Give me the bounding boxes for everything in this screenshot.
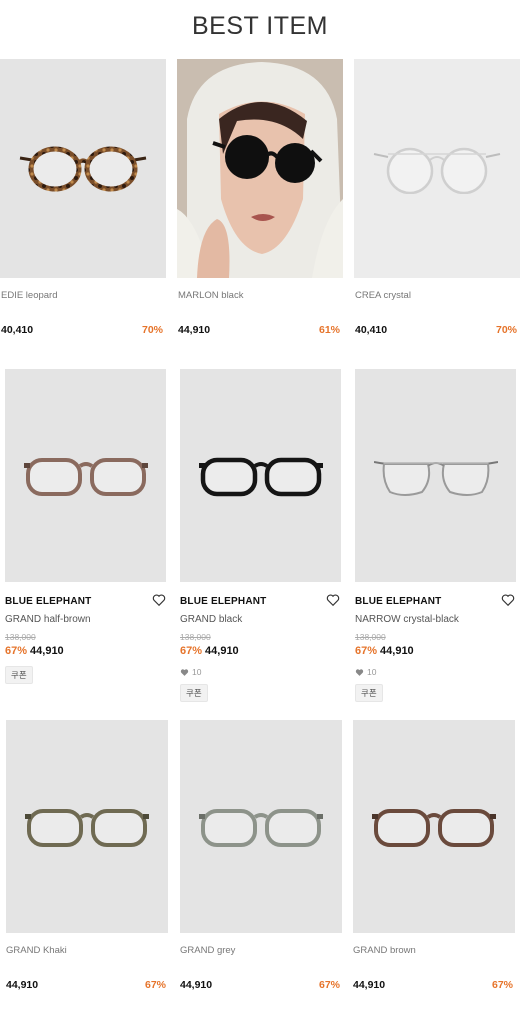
product-name[interactable]: GRAND half-brown	[5, 614, 91, 625]
product-image[interactable]	[5, 369, 166, 582]
brand-name[interactable]: BLUE ELEPHANT	[180, 596, 267, 607]
discount-rate: 67%	[180, 645, 203, 657]
product-name[interactable]: CREA crystal	[355, 290, 411, 301]
sale-price: 67% 44,910	[355, 645, 414, 657]
product-card-grand-brown[interactable]: GRAND brown 44,910 67%	[353, 720, 515, 1010]
product-card-grand-khaki[interactable]: GRAND Khaki 44,910 67%	[6, 720, 168, 1010]
model-photo	[177, 59, 343, 278]
product-price: 44,910	[180, 979, 213, 991]
brand-name[interactable]: BLUE ELEPHANT	[5, 596, 92, 607]
product-image[interactable]	[354, 59, 520, 278]
coupon-badge[interactable]: 쿠폰	[180, 684, 208, 702]
eyeglasses-icon	[373, 147, 501, 194]
product-name[interactable]: MARLON black	[178, 290, 243, 301]
product-image[interactable]	[0, 59, 166, 278]
brand-name[interactable]: BLUE ELEPHANT	[355, 596, 442, 607]
product-card-grand-half-brown[interactable]: BLUE ELEPHANT GRAND half-brown 138,000 6…	[5, 369, 167, 699]
product-card-crea[interactable]: CREA crystal 40,410 70%	[354, 59, 520, 349]
product-name[interactable]: GRAND brown	[353, 945, 416, 956]
discount-rate: 67%	[491, 979, 513, 991]
sale-price: 67% 44,910	[180, 645, 239, 657]
discount-rate: 67%	[5, 645, 28, 657]
heart-icon[interactable]	[501, 593, 515, 607]
discount-rate: 67%	[144, 979, 166, 991]
heart-filled-icon	[355, 668, 364, 676]
product-price: 44,910	[178, 324, 211, 336]
product-price: 40,410	[1, 324, 34, 336]
discount-rate: 70%	[141, 324, 163, 336]
discount-rate: 70%	[495, 324, 517, 336]
eyeglasses-icon	[19, 146, 147, 191]
eyeglasses-icon	[198, 457, 323, 496]
page-title: BEST ITEM	[191, 12, 328, 40]
heart-filled-icon	[180, 668, 189, 676]
product-card-grand-black[interactable]: BLUE ELEPHANT GRAND black 138,000 67% 44,…	[180, 369, 342, 702]
heart-icon[interactable]	[152, 593, 166, 607]
discount-rate: 67%	[355, 645, 378, 657]
like-count-value: 10	[367, 667, 377, 677]
product-price: 40,410	[355, 324, 388, 336]
eyeglasses-icon	[25, 808, 149, 847]
heart-icon[interactable]	[326, 593, 340, 607]
like-count-value: 10	[192, 667, 202, 677]
eyeglasses-icon	[372, 808, 496, 847]
product-name[interactable]: EDIE leopard	[1, 290, 58, 301]
like-count: 10	[355, 667, 376, 677]
product-name[interactable]: GRAND black	[180, 614, 242, 625]
sale-price: 67% 44,910	[5, 645, 64, 657]
product-image-model[interactable]	[177, 59, 343, 278]
price: 44,910	[30, 645, 64, 657]
original-price: 138,000	[180, 632, 211, 642]
price: 44,910	[205, 645, 239, 657]
product-image[interactable]	[6, 720, 168, 933]
product-name[interactable]: GRAND Khaki	[6, 945, 67, 956]
product-image[interactable]	[355, 369, 516, 582]
discount-rate: 67%	[318, 979, 340, 991]
product-image[interactable]	[180, 369, 341, 582]
product-image[interactable]	[180, 720, 342, 933]
price: 44,910	[380, 645, 414, 657]
eyeglasses-icon	[199, 808, 323, 847]
product-name[interactable]: GRAND grey	[180, 945, 235, 956]
product-price: 44,910	[6, 979, 39, 991]
product-card-edie[interactable]: EDIE leopard 40,410 70%	[0, 59, 166, 349]
coupon-badge[interactable]: 쿠폰	[5, 666, 33, 684]
product-card-marlon[interactable]: MARLON black 44,910 61%	[177, 59, 343, 349]
product-name[interactable]: NARROW crystal-black	[355, 614, 459, 625]
original-price: 138,000	[5, 632, 36, 642]
product-price: 44,910	[353, 979, 386, 991]
original-price: 138,000	[355, 632, 386, 642]
coupon-badge[interactable]: 쿠폰	[355, 684, 383, 702]
product-card-narrow-crystal-black[interactable]: BLUE ELEPHANT NARROW crystal-black 138,0…	[355, 369, 517, 702]
like-count: 10	[180, 667, 201, 677]
discount-rate: 61%	[318, 324, 340, 336]
eyeglasses-icon	[23, 457, 148, 496]
eyeglasses-icon	[373, 460, 498, 496]
product-card-grand-grey[interactable]: GRAND grey 44,910 67%	[180, 720, 342, 1010]
product-image[interactable]	[353, 720, 515, 933]
